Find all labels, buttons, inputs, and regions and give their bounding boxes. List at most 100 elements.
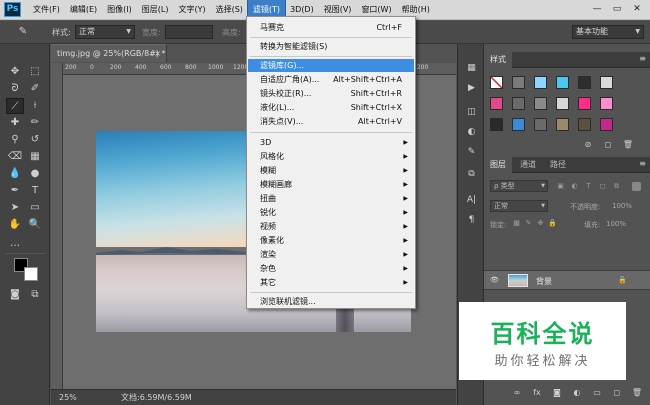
tab-styles[interactable]: 样式: [484, 52, 512, 68]
type-tool-icon[interactable]: T: [26, 183, 44, 199]
adjustment-layer-icon[interactable]: ◐: [571, 387, 583, 399]
filter-shape-icon[interactable]: ◻: [598, 182, 607, 191]
delete-layer-icon[interactable]: 🗑: [631, 387, 643, 399]
new-layer-icon[interactable]: ◻: [611, 387, 623, 399]
marquee-tool-icon[interactable]: ⬚: [26, 64, 44, 80]
properties-icon[interactable]: ◫: [463, 104, 480, 120]
more-tools-icon[interactable]: …: [6, 236, 24, 252]
menu-item-video[interactable]: 视频 ▶: [248, 220, 414, 233]
dodge-tool-icon[interactable]: ●: [26, 166, 44, 182]
menu-select[interactable]: 选择(S): [211, 0, 248, 20]
style-swatch[interactable]: [556, 76, 569, 89]
layer-row-background[interactable]: 👁 背景 🔒: [484, 270, 650, 290]
workspace-select[interactable]: 基本功能 ▼: [572, 25, 644, 39]
filter-smart-object-icon[interactable]: ⧉: [612, 182, 621, 191]
quick-mask-icon[interactable]: ◙: [6, 287, 24, 303]
zoom-tool-icon[interactable]: 🔍: [26, 217, 44, 233]
lock-position-icon[interactable]: ✥: [536, 219, 545, 228]
panel-menu-icon[interactable]: ≡: [639, 54, 646, 63]
menu-item-pixelate[interactable]: 像素化 ▶: [248, 234, 414, 247]
style-swatch[interactable]: [578, 97, 591, 110]
clone-stamp-tool-icon[interactable]: ⚲: [6, 132, 24, 148]
vertical-ruler[interactable]: [51, 63, 63, 389]
eyedropper-tool-icon[interactable]: ⟊: [26, 98, 44, 114]
menu-item-filter-gallery[interactable]: 滤镜库(G)...: [248, 59, 414, 72]
delete-style-icon[interactable]: 🗑: [622, 139, 634, 151]
crop-tool-icon[interactable]: ⟋: [6, 98, 24, 114]
tab-paths[interactable]: 路径: [544, 157, 572, 173]
style-swatch[interactable]: [600, 97, 613, 110]
filter-type-icon[interactable]: T: [584, 182, 593, 191]
menu-item-render[interactable]: 渲染 ▶: [248, 248, 414, 261]
style-swatch[interactable]: [490, 97, 503, 110]
link-layers-icon[interactable]: ∞: [511, 387, 523, 399]
healing-tool-icon[interactable]: ✚: [6, 115, 24, 131]
eraser-tool-icon[interactable]: ⌫: [6, 149, 24, 165]
quick-select-tool-icon[interactable]: ✐: [26, 81, 44, 97]
style-swatch[interactable]: [600, 76, 613, 89]
width-field[interactable]: [165, 25, 213, 39]
tool-preset-icon[interactable]: ✎: [14, 24, 32, 40]
menu-item-3d[interactable]: 3D ▶: [248, 136, 414, 149]
menu-item-blur-gallery[interactable]: 模糊画廊 ▶: [248, 178, 414, 191]
history-brush-tool-icon[interactable]: ↺: [26, 132, 44, 148]
character-icon[interactable]: A|: [463, 192, 480, 208]
lock-all-icon[interactable]: 🔒: [548, 219, 557, 228]
menu-item-browse-online-filters[interactable]: 浏览联机滤镜...: [248, 295, 414, 308]
style-swatch[interactable]: [490, 118, 503, 131]
new-group-icon[interactable]: ▭: [591, 387, 603, 399]
menu-item-other[interactable]: 其它 ▶: [248, 276, 414, 289]
style-swatch[interactable]: [600, 118, 613, 131]
path-select-tool-icon[interactable]: ➤: [6, 200, 24, 216]
filter-toggle[interactable]: [632, 182, 641, 191]
blend-mode-select[interactable]: 正常 ▼: [490, 200, 548, 212]
fill-value[interactable]: 100%: [606, 220, 626, 228]
background-color-swatch[interactable]: [24, 267, 38, 281]
menu-item-stylize[interactable]: 风格化 ▶: [248, 150, 414, 163]
style-swatch[interactable]: [578, 118, 591, 131]
visibility-eye-icon[interactable]: 👁: [490, 276, 499, 285]
lock-pixels-icon[interactable]: ✎: [524, 219, 533, 228]
close-icon[interactable]: ×: [154, 45, 161, 62]
menu-file[interactable]: 文件(F): [28, 0, 65, 20]
close-window-button[interactable]: ✕: [630, 2, 644, 16]
tab-channels[interactable]: 通道: [514, 157, 542, 173]
paragraph-icon[interactable]: ¶: [463, 212, 480, 228]
new-style-icon[interactable]: ⊘: [582, 139, 594, 151]
tab-layers[interactable]: 图层: [484, 157, 512, 173]
style-swatch[interactable]: [578, 76, 591, 89]
layer-mask-icon[interactable]: ◙: [551, 387, 563, 399]
menu-type[interactable]: 文字(Y): [173, 0, 210, 20]
pen-tool-icon[interactable]: ✒: [6, 183, 24, 199]
style-swatch[interactable]: [512, 97, 525, 110]
menu-item-liquify[interactable]: 液化(L)... Shift+Ctrl+X: [248, 101, 414, 114]
layer-filter-select[interactable]: ρ 类型 ▼: [490, 180, 548, 192]
menu-item-distort[interactable]: 扭曲 ▶: [248, 192, 414, 205]
menu-item-vanishing-point[interactable]: 消失点(V)... Alt+Ctrl+V: [248, 115, 414, 128]
style-swatch[interactable]: [534, 76, 547, 89]
menu-item-convert-smart-filter[interactable]: 转换为智能滤镜(S): [248, 40, 414, 53]
shape-tool-icon[interactable]: ▭: [26, 200, 44, 216]
history-icon[interactable]: ▦: [463, 60, 480, 76]
gradient-tool-icon[interactable]: ▦: [26, 149, 44, 165]
clone-source-icon[interactable]: ⧉: [463, 166, 480, 182]
blur-tool-icon[interactable]: 💧: [6, 166, 24, 182]
move-tool-icon[interactable]: ✥: [6, 64, 24, 80]
layer-style-icon[interactable]: fx: [531, 387, 543, 399]
menu-edit[interactable]: 编辑(E): [65, 0, 102, 20]
minimize-button[interactable]: —: [590, 2, 604, 16]
menu-item-noise[interactable]: 杂色 ▶: [248, 262, 414, 275]
document-tab[interactable]: timg.jpg @ 25%(RGB/8#) * ×: [51, 44, 167, 62]
filter-adjustment-icon[interactable]: ◐: [570, 182, 579, 191]
style-swatch[interactable]: [512, 76, 525, 89]
lock-transparent-icon[interactable]: ▩: [512, 219, 521, 228]
menu-item-lens-correction[interactable]: 镜头校正(R)... Shift+Ctrl+R: [248, 87, 414, 100]
style-swatch[interactable]: [534, 97, 547, 110]
actions-icon[interactable]: ▶: [463, 80, 480, 96]
style-swatch[interactable]: [534, 118, 547, 131]
panel-menu-icon[interactable]: ≡: [639, 159, 646, 168]
menu-item-sharpen[interactable]: 锐化 ▶: [248, 206, 414, 219]
filter-pixel-icon[interactable]: ▣: [556, 182, 565, 191]
opacity-value[interactable]: 100%: [612, 202, 632, 210]
brush-panel-icon[interactable]: ✎: [463, 144, 480, 160]
